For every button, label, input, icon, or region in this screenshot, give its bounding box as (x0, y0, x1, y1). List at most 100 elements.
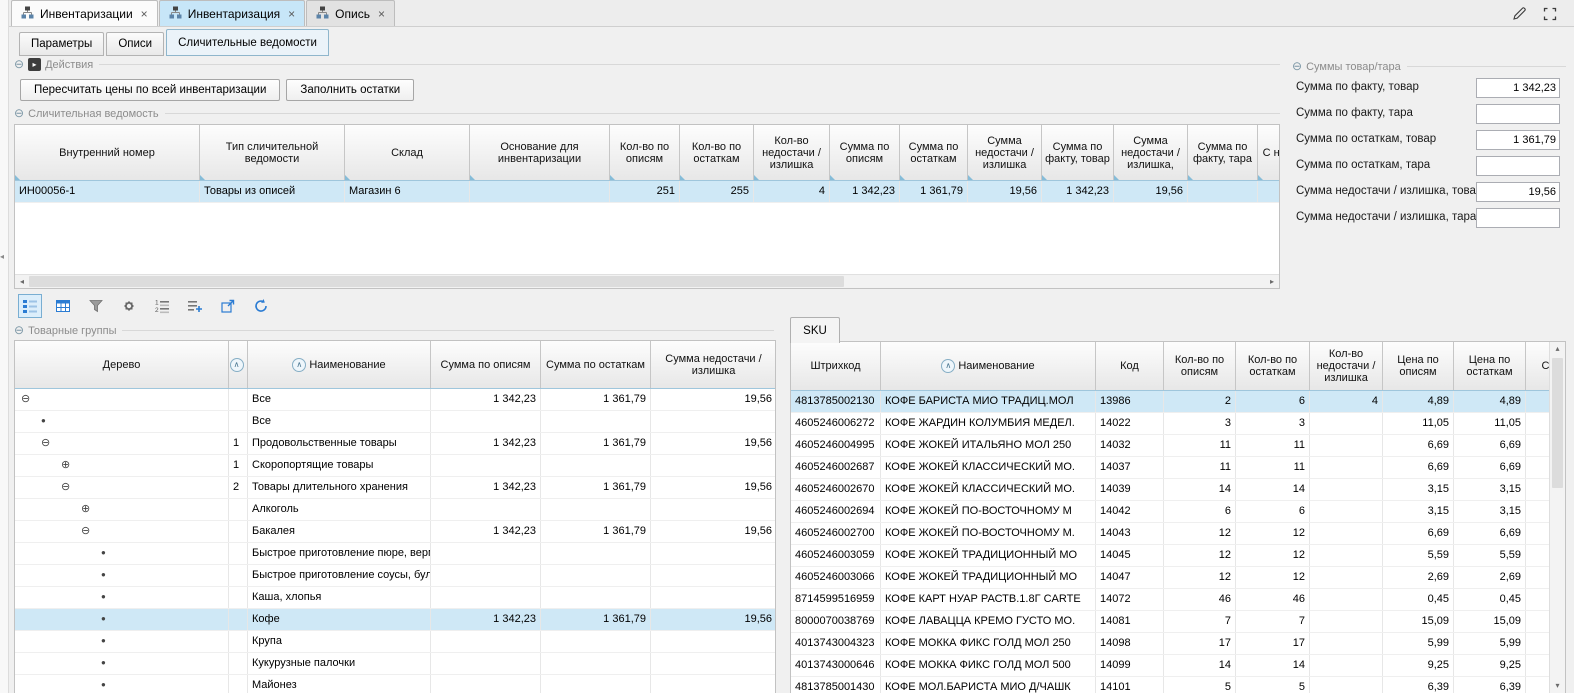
close-tab-icon[interactable]: × (141, 8, 148, 20)
tree-expander-cell[interactable]: ● (15, 653, 229, 674)
sum-fact-goods-input[interactable] (1476, 78, 1560, 98)
column-header[interactable]: Штрихкод (791, 342, 881, 390)
collapse-icon[interactable]: ⊖ (1292, 60, 1302, 73)
column-header[interactable]: Кол-во по описям (1164, 342, 1236, 390)
table-row[interactable]: ●Все (15, 411, 775, 433)
scrollbar-track[interactable] (1552, 356, 1563, 679)
filter-icon[interactable] (84, 294, 108, 318)
tree-expander-cell[interactable]: ● (15, 675, 229, 693)
table-row[interactable]: ●Кукурузные палочки (15, 653, 775, 675)
tree-expander-cell[interactable]: ⊖ (15, 521, 229, 542)
tree-expander-cell[interactable]: ⊖ (15, 477, 229, 498)
table-row[interactable]: 4813785001430КОФЕ МОЛ.БАРИСТА МИО Д/ЧАШК… (791, 677, 1565, 693)
column-header[interactable]: Сумма по факту, тара (1188, 125, 1258, 180)
tab-slichitelnye-vedomosti[interactable]: Сличительные ведомости (166, 29, 329, 56)
tab-opisi[interactable]: Описи (106, 32, 164, 56)
column-header[interactable]: Склад (345, 125, 470, 180)
tab-parametry[interactable]: Параметры (19, 32, 104, 56)
table-row[interactable]: 4605246002700КОФЕ ЖОКЕЙ ПО-ВОСТОЧНОМУ М.… (791, 523, 1565, 545)
column-header[interactable]: ∧Наименование (248, 341, 431, 388)
column-header[interactable]: ∧ (229, 341, 248, 388)
settings-icon[interactable] (117, 294, 141, 318)
sum-remainder-goods-input[interactable] (1476, 130, 1560, 150)
close-tab-icon[interactable]: × (288, 8, 295, 20)
table-row[interactable]: ●Быстрое приготовление соусы, бульоны (15, 565, 775, 587)
table-row[interactable]: 4605246002687КОФЕ ЖОКЕЙ КЛАССИЧЕСКИЙ МО.… (791, 457, 1565, 479)
table-row[interactable]: ⊖Бакалея1 342,231 361,7919,56 (15, 521, 775, 543)
vertical-scrollbar[interactable]: ▴ ▾ (1549, 342, 1565, 693)
sum-remainder-tare-input[interactable] (1476, 156, 1560, 176)
scrollbar-thumb[interactable] (29, 276, 844, 287)
column-header[interactable]: С нед. из. (1258, 125, 1280, 180)
open-in-new-window-icon[interactable] (216, 294, 240, 318)
tree-expander-cell[interactable]: ● (15, 543, 229, 564)
tree-expander-cell[interactable]: ● (15, 411, 229, 432)
column-header[interactable]: Сумма недостачи / излишка, (1114, 125, 1188, 180)
column-header[interactable]: ∧Наименование (881, 342, 1096, 390)
column-header[interactable]: Сумма по факту, товар (1042, 125, 1114, 180)
table-row[interactable]: ⊖2Товары длительного хранения1 342,231 3… (15, 477, 775, 499)
scroll-left-icon[interactable]: ◂ (0, 252, 4, 261)
table-row[interactable]: ⊖1Продовольственные товары1 342,231 361,… (15, 433, 775, 455)
tree-expander-cell[interactable]: ● (15, 565, 229, 586)
table-row[interactable]: ⊕1Скоропортящие товары (15, 455, 775, 477)
window-tab-inventarizatsii[interactable]: Инвентаризации × (11, 0, 158, 26)
left-splitter[interactable]: ◂ (0, 0, 9, 693)
table-row[interactable]: ИН00056-1Товары из описейМагазин 6251255… (15, 181, 1279, 203)
column-header[interactable]: Кол-во по остаткам (680, 125, 754, 180)
column-header[interactable]: Кол-во по описям (610, 125, 680, 180)
scroll-up-icon[interactable]: ▴ (1550, 342, 1565, 356)
collapse-icon[interactable]: ⊖ (14, 107, 24, 120)
column-header[interactable]: Кол-во недостачи / излишка (1310, 342, 1383, 390)
table-row[interactable]: 4605246004995КОФЕ ЖОКЕЙ ИТАЛЬЯНО МОЛ 250… (791, 435, 1565, 457)
scroll-left-icon[interactable]: ◂ (15, 275, 29, 288)
table-row[interactable]: 4605246003059КОФЕ ЖОКЕЙ ТРАДИЦИОННЫЙ МО1… (791, 545, 1565, 567)
table-row[interactable]: 8714599516959КОФЕ КАРТ НУАР РАСТВ.1.8Г C… (791, 589, 1565, 611)
window-tab-opis[interactable]: Опись × (306, 0, 395, 26)
window-tab-inventarizatsiya[interactable]: Инвентаризация × (159, 0, 305, 26)
table-row[interactable]: ●Каша, хлопья (15, 587, 775, 609)
table-row[interactable]: ⊖Все1 342,231 361,7919,56 (15, 389, 775, 411)
column-header[interactable]: Тип сличительной ведомости (200, 125, 345, 180)
add-to-list-icon[interactable] (183, 294, 207, 318)
column-header[interactable]: Кол-во недостачи / излишка (754, 125, 830, 180)
refresh-icon[interactable] (249, 294, 273, 318)
recalculate-prices-button[interactable]: Пересчитать цены по всей инвентаризации (20, 79, 280, 101)
column-header[interactable]: Цена по остаткам (1454, 342, 1526, 390)
close-tab-icon[interactable]: × (378, 8, 385, 20)
column-header[interactable]: Кол-во по остаткам (1236, 342, 1310, 390)
column-header[interactable]: Сумма по остаткам (900, 125, 968, 180)
column-header[interactable]: Основание для инвентаризации (470, 125, 610, 180)
collapse-icon[interactable]: ⊖ (14, 324, 24, 337)
table-row[interactable]: ●Кофе1 342,231 361,7919,56 (15, 609, 775, 631)
tree-expander-cell[interactable]: ● (15, 587, 229, 608)
sum-shortage-tare-input[interactable] (1476, 208, 1560, 228)
maximize-icon[interactable] (1542, 6, 1558, 22)
table-row[interactable]: 4605246002670КОФЕ ЖОКЕЙ КЛАССИЧЕСКИЙ МО.… (791, 479, 1565, 501)
tree-expander-cell[interactable]: ⊖ (15, 389, 229, 410)
table-row[interactable]: ●Майонез (15, 675, 775, 693)
column-header[interactable]: Цена по описям (1383, 342, 1454, 390)
tree-expander-cell[interactable]: ● (15, 631, 229, 652)
scrollbar-thumb[interactable] (1552, 358, 1563, 488)
fill-remainders-button[interactable]: Заполнить остатки (286, 79, 414, 101)
tree-expander-cell[interactable]: ⊕ (15, 455, 229, 476)
tab-sku[interactable]: SKU (790, 317, 840, 343)
numbered-list-icon[interactable]: 12 (150, 294, 174, 318)
tree-expander-cell[interactable]: ⊖ (15, 433, 229, 454)
column-header[interactable]: Код (1096, 342, 1164, 390)
collapse-icon[interactable]: ⊖ (14, 58, 24, 71)
list-view-icon[interactable] (18, 294, 42, 318)
table-row[interactable]: 8000070038769КОФЕ ЛАВАЦЦА КРЕМО ГУСТО МО… (791, 611, 1565, 633)
table-row[interactable]: 4605246002694КОФЕ ЖОКЕЙ ПО-ВОСТОЧНОМУ М1… (791, 501, 1565, 523)
table-row[interactable]: ●Быстрое приготовление пюре, вермишель (15, 543, 775, 565)
table-row[interactable]: 4013743000646КОФЕ МОККА ФИКС ГОЛД МОЛ 50… (791, 655, 1565, 677)
table-row[interactable]: ●Крупа (15, 631, 775, 653)
column-header[interactable]: Сумма недостачи / излишка (968, 125, 1042, 180)
scrollbar-track[interactable] (29, 276, 1265, 287)
table-row[interactable]: ⊕Алкоголь (15, 499, 775, 521)
column-header[interactable]: Сумма по описям (431, 341, 541, 388)
column-header[interactable]: Сумма недостачи / излишка (651, 341, 776, 388)
edit-icon[interactable] (1511, 5, 1528, 22)
column-header[interactable]: Дерево (15, 341, 229, 388)
